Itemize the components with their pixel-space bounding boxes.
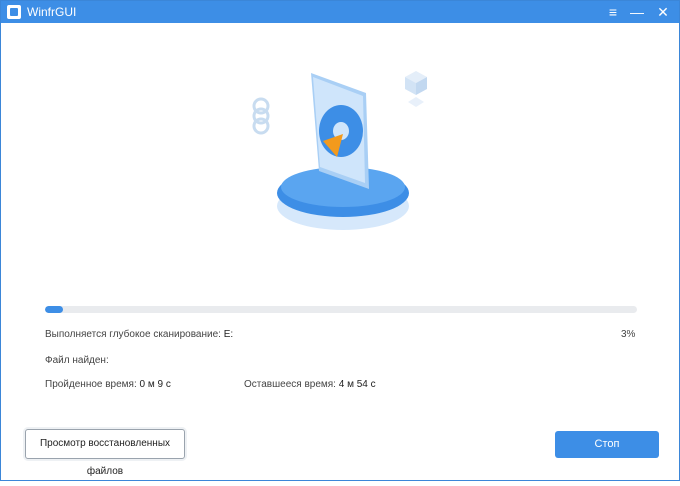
- elapsed-time-label: Пройденное время:: [45, 379, 137, 390]
- scan-status: Выполняется глубокое сканирование: E:: [45, 329, 233, 340]
- elapsed-time-value: 0 м 9 с: [139, 379, 171, 390]
- stop-button[interactable]: Стоп: [555, 431, 659, 458]
- remaining-time-value: 4 м 54 с: [338, 379, 376, 390]
- app-window: WinfrGUI ≡ — ✕ Выполняется глубокое скан…: [0, 0, 680, 481]
- close-icon[interactable]: ✕: [651, 1, 675, 23]
- view-recovered-files-button[interactable]: Просмотр восстановленных файлов: [25, 429, 185, 477]
- app-logo-icon: [7, 5, 21, 19]
- window-title: WinfrGUI: [27, 5, 77, 19]
- scan-percent: 3%: [621, 329, 636, 340]
- hamburger-menu-icon[interactable]: ≡: [601, 1, 625, 23]
- files-found-label: Файл найден:: [45, 355, 109, 366]
- gear-icon: [252, 97, 270, 135]
- remaining-time: Оставшееся время: 4 м 54 с: [244, 379, 376, 390]
- scan-progress-fill: [45, 306, 63, 313]
- disk-scan-illustration: [252, 71, 427, 230]
- scan-progress-bar: [45, 306, 637, 313]
- title-bar: WinfrGUI ≡ — ✕: [1, 1, 679, 23]
- minimize-icon[interactable]: —: [625, 1, 649, 23]
- remaining-time-label: Оставшееся время:: [244, 379, 336, 390]
- elapsed-time: Пройденное время: 0 м 9 с: [45, 379, 171, 390]
- scan-drive: E:: [223, 329, 234, 340]
- cube-icon: [405, 71, 427, 107]
- scan-status-label: Выполняется глубокое сканирование:: [45, 329, 221, 340]
